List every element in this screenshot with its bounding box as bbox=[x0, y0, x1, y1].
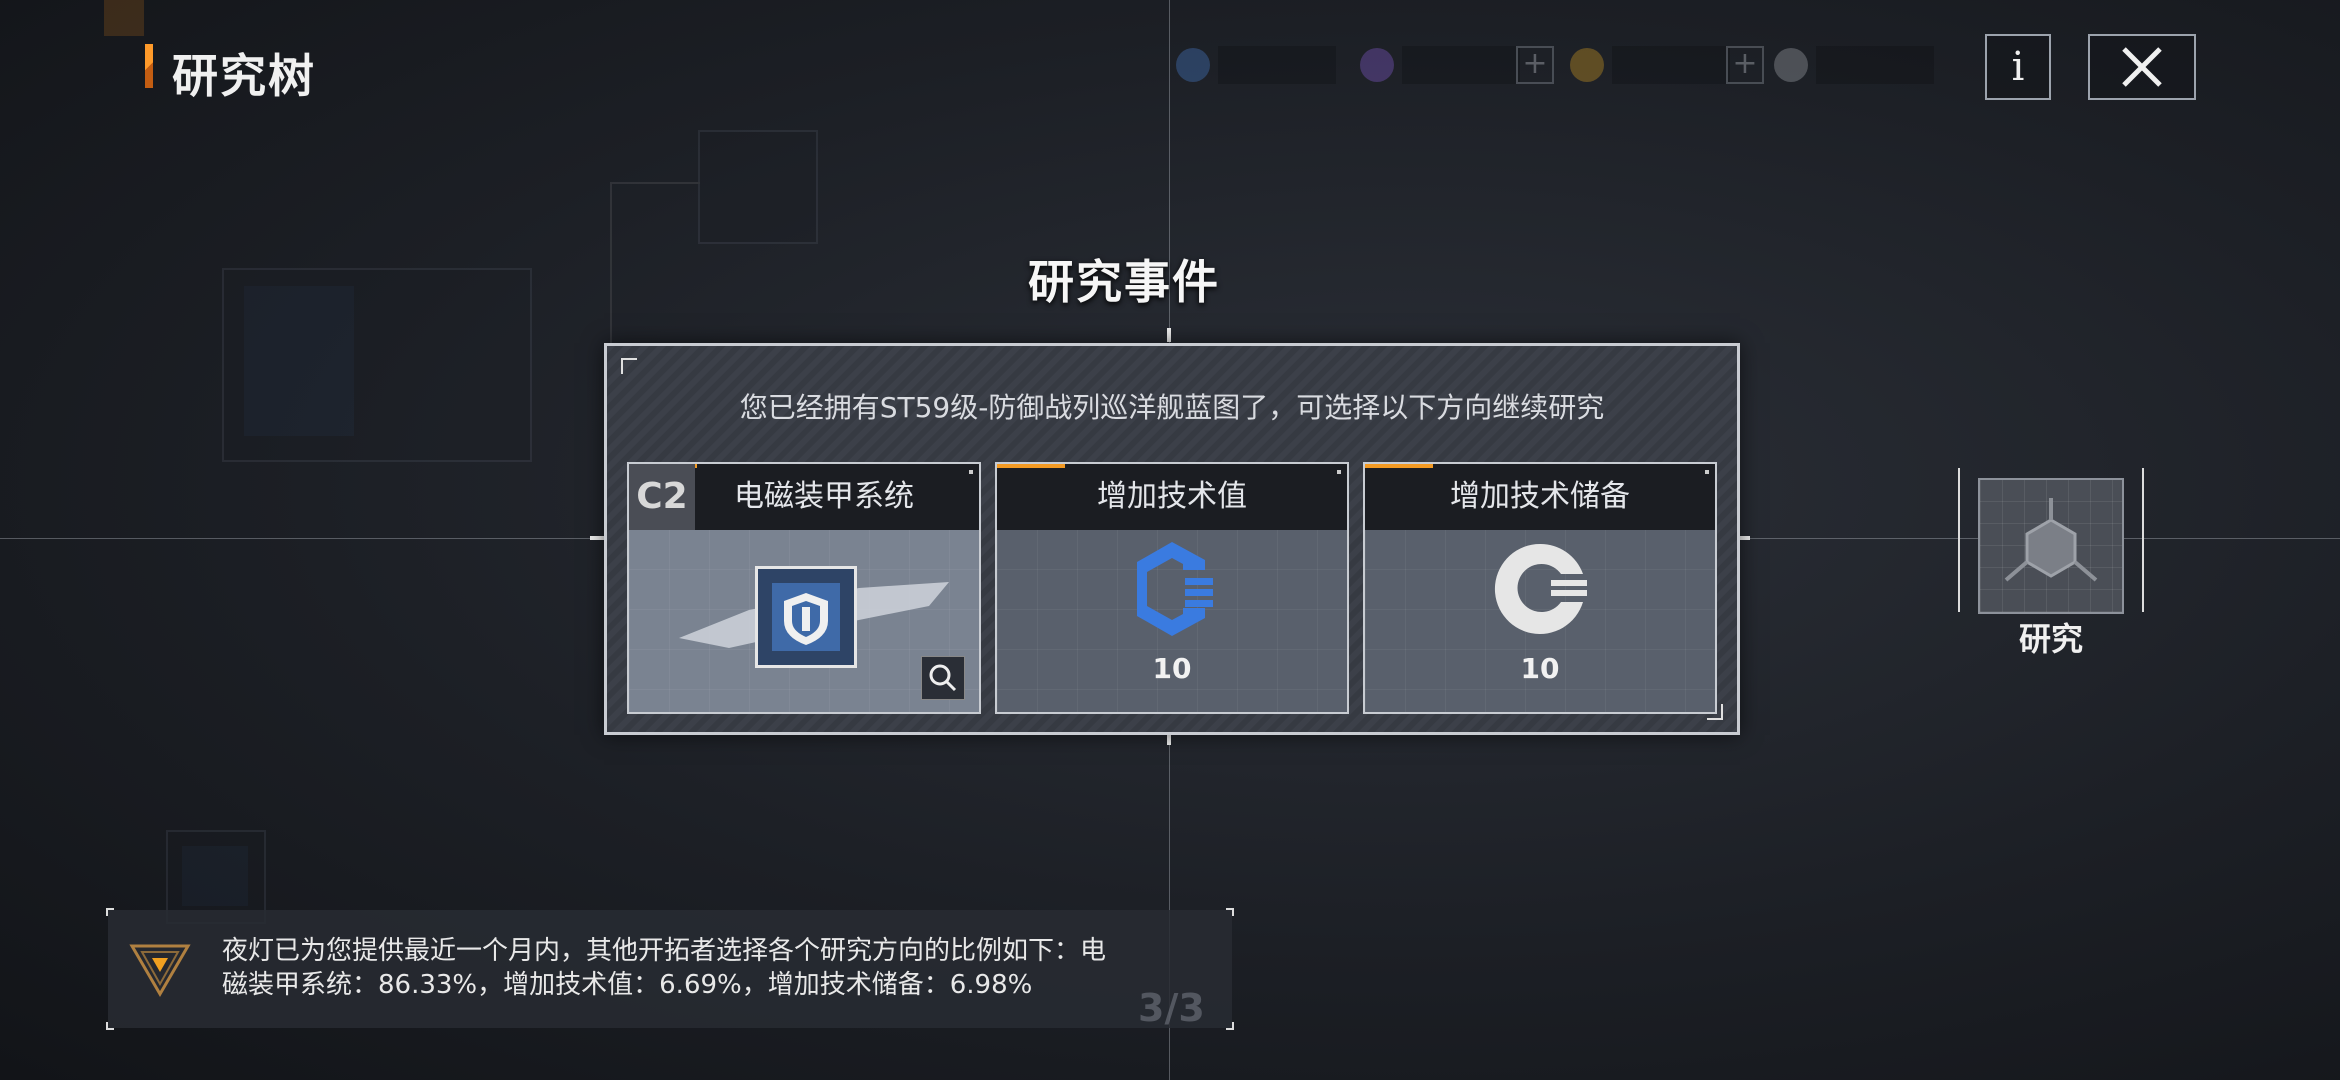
card-header: 增加技术值 bbox=[997, 464, 1347, 530]
research-button[interactable] bbox=[1958, 468, 2144, 614]
token-icon bbox=[1774, 48, 1808, 82]
crosshair-tick-left bbox=[590, 536, 604, 540]
option-label: 增加技术值 bbox=[1097, 479, 1247, 514]
page-title: 研究树 bbox=[172, 49, 316, 103]
ghost-node-small bbox=[698, 130, 818, 244]
resource-value bbox=[1402, 46, 1520, 84]
gold-gem-icon bbox=[1570, 48, 1604, 82]
research-icon-box bbox=[1978, 478, 2124, 614]
card-body: 10 bbox=[997, 530, 1347, 712]
corner-mark bbox=[621, 358, 637, 374]
resource-gray-token bbox=[1774, 46, 1944, 86]
crosshair-tick-top bbox=[1167, 328, 1171, 342]
page-indicator: 3/3 bbox=[1138, 986, 1205, 1030]
option-label: 电磁装甲系统 bbox=[734, 479, 914, 514]
event-description: 您已经拥有ST59级-防御战列巡洋舰蓝图了，可选择以下方向继续研究 bbox=[739, 391, 1605, 424]
resource-value bbox=[1612, 46, 1730, 84]
tip-text: 夜灯已为您提供最近一个月内，其他开拓者选择各个研究方向的比例如下：电磁装甲系统：… bbox=[222, 936, 1107, 1000]
option-card-electromagnetic-armor[interactable]: 电磁装甲系统 C2 bbox=[627, 462, 981, 714]
research-hexagon-icon bbox=[2004, 498, 2098, 582]
info-button[interactable]: i bbox=[1985, 34, 2051, 100]
resource-gold-gem: + bbox=[1570, 46, 1764, 86]
option-amount: 10 bbox=[1520, 652, 1560, 685]
card-body: 10 bbox=[1365, 530, 1715, 712]
option-label: 增加技术储备 bbox=[1450, 479, 1630, 514]
resource-purple-gem: + bbox=[1360, 46, 1554, 86]
tip-panel: 夜灯已为您提供最近一个月内，其他开拓者选择各个研究方向的比例如下：电磁装甲系统：… bbox=[106, 908, 1234, 1030]
tier-badge: C2 bbox=[629, 464, 695, 530]
title-accent-bar bbox=[145, 44, 153, 88]
card-body bbox=[629, 530, 979, 712]
gem-icon bbox=[1360, 48, 1394, 82]
inspect-button[interactable] bbox=[921, 656, 965, 700]
event-title: 研究事件 bbox=[1028, 255, 1220, 309]
armor-module-icon bbox=[755, 566, 857, 668]
resource-blue-coin bbox=[1176, 46, 1346, 86]
add-gold-gem-button[interactable]: + bbox=[1726, 46, 1764, 84]
coin-icon bbox=[1176, 48, 1210, 82]
resource-value bbox=[1816, 46, 1934, 84]
magnifier-icon bbox=[929, 664, 957, 692]
research-label: 研究 bbox=[2018, 620, 2083, 658]
option-amount: 10 bbox=[1152, 652, 1192, 685]
close-icon bbox=[2122, 47, 2162, 87]
option-card-tech-value[interactable]: 增加技术值 10 bbox=[995, 462, 1349, 714]
add-purple-gem-button[interactable]: + bbox=[1516, 46, 1554, 84]
ghost-node-large bbox=[222, 268, 532, 462]
option-card-tech-reserve[interactable]: 增加技术储备 10 bbox=[1363, 462, 1717, 714]
nightlight-avatar-icon bbox=[129, 944, 191, 997]
resource-value bbox=[1218, 46, 1336, 84]
card-header: 增加技术储备 bbox=[1365, 464, 1715, 530]
research-event-panel: 您已经拥有ST59级-防御战列巡洋舰蓝图了，可选择以下方向继续研究 电磁装甲系统… bbox=[604, 343, 1740, 735]
close-button[interactable] bbox=[2088, 34, 2196, 100]
